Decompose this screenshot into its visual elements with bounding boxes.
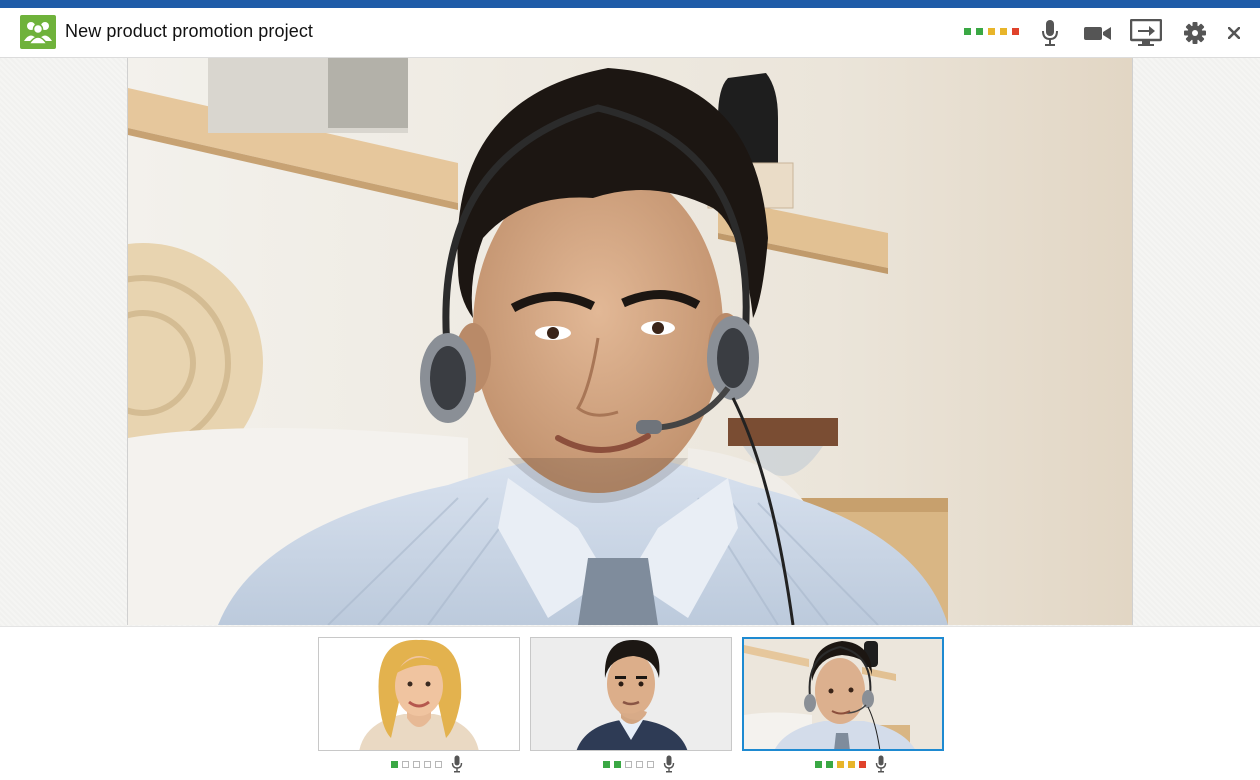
video-camera-button[interactable] bbox=[1082, 18, 1114, 48]
signal-bar bbox=[988, 28, 995, 35]
signal-bar bbox=[636, 760, 643, 768]
signal-bar bbox=[424, 760, 431, 768]
window-accent-stripe bbox=[0, 0, 1260, 8]
participant-signal-indicator bbox=[603, 760, 654, 768]
screen-share-button[interactable] bbox=[1130, 18, 1162, 48]
video-stage bbox=[0, 58, 1260, 626]
participant-signal-indicator bbox=[815, 760, 866, 768]
group-people-icon bbox=[20, 15, 56, 49]
signal-bar bbox=[826, 760, 833, 768]
settings-gear-icon bbox=[1184, 22, 1206, 44]
participant-status bbox=[815, 755, 887, 773]
signal-bar bbox=[848, 760, 855, 768]
signal-bar bbox=[1012, 28, 1019, 35]
signal-bar bbox=[647, 760, 654, 768]
close-icon bbox=[1228, 27, 1240, 39]
signal-bar bbox=[603, 760, 610, 768]
screen-share-icon bbox=[1130, 19, 1162, 46]
active-speaker-video[interactable] bbox=[127, 58, 1133, 625]
signal-bar bbox=[815, 760, 822, 768]
participant-tile-active[interactable] bbox=[742, 637, 944, 751]
microphone-icon[interactable] bbox=[875, 755, 887, 773]
signal-bar bbox=[625, 760, 632, 768]
signal-bar bbox=[859, 760, 866, 768]
participant-signal-indicator bbox=[391, 760, 442, 768]
signal-bar bbox=[837, 760, 844, 768]
participant-status bbox=[603, 755, 675, 773]
signal-bar bbox=[964, 28, 971, 35]
participant-tile[interactable] bbox=[318, 637, 520, 751]
video-camera-icon bbox=[1084, 27, 1111, 40]
settings-button[interactable] bbox=[1179, 18, 1211, 48]
signal-bar bbox=[976, 28, 983, 35]
microphone-button[interactable] bbox=[1034, 18, 1066, 48]
signal-bar bbox=[1000, 28, 1007, 35]
participant-filmstrip bbox=[0, 626, 1260, 780]
participant-tile[interactable] bbox=[530, 637, 732, 751]
signal-bar bbox=[435, 760, 442, 768]
signal-bar bbox=[391, 760, 398, 768]
call-titlebar: New product promotion project bbox=[0, 8, 1260, 58]
close-button[interactable] bbox=[1218, 18, 1250, 48]
microphone-icon bbox=[1042, 20, 1058, 46]
call-title: New product promotion project bbox=[65, 21, 314, 41]
microphone-icon[interactable] bbox=[663, 755, 675, 773]
connection-quality-indicator bbox=[964, 28, 1019, 35]
microphone-icon[interactable] bbox=[451, 755, 463, 773]
signal-bar bbox=[402, 760, 409, 768]
participant-status bbox=[391, 755, 463, 773]
signal-bar bbox=[413, 760, 420, 768]
signal-bar bbox=[614, 760, 621, 768]
